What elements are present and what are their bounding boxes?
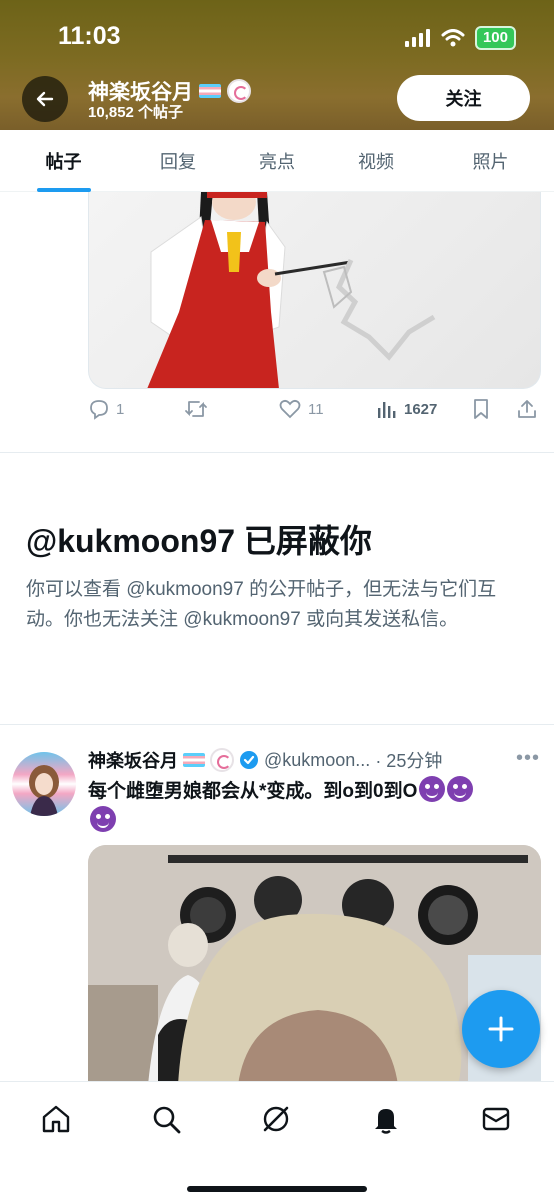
devil-emoji-icon bbox=[90, 806, 116, 832]
trans-flag-icon bbox=[199, 84, 221, 98]
devil-emoji-icon bbox=[419, 776, 446, 802]
post-text-content: 每个雌堕男娘都会从*变成。到o到0到O bbox=[88, 781, 418, 802]
post-author-handle[interactable]: @kukmoon... bbox=[264, 750, 370, 771]
verified-badge-icon bbox=[240, 751, 258, 769]
post-text: 每个雌堕男娘都会从*变成。到o到0到O bbox=[88, 776, 528, 836]
home-indicator bbox=[187, 1186, 367, 1192]
tab-highlights[interactable]: 亮点 bbox=[229, 130, 325, 192]
post-image[interactable] bbox=[88, 192, 541, 389]
avatar-image bbox=[29, 765, 59, 816]
back-button[interactable] bbox=[22, 76, 68, 122]
notifications-icon[interactable] bbox=[369, 1102, 403, 1136]
tab-replies[interactable]: 回复 bbox=[127, 130, 229, 192]
reply-button[interactable]: 1 bbox=[88, 398, 124, 420]
arrow-left-icon bbox=[36, 91, 54, 107]
avatar[interactable] bbox=[12, 752, 76, 816]
bookmark-icon bbox=[474, 399, 488, 419]
divider bbox=[0, 452, 554, 453]
post-author-name[interactable]: 神楽坂谷月 bbox=[88, 747, 178, 773]
blocked-description: 你可以查看 @kukmoon97 的公开帖子，但无法与它们互动。你也无法关注 @… bbox=[26, 579, 497, 630]
tab-photos[interactable]: 照片 bbox=[427, 130, 554, 192]
cosplay-photo bbox=[147, 192, 436, 388]
like-button[interactable]: 11 bbox=[278, 398, 324, 420]
retweet-button[interactable] bbox=[184, 398, 214, 420]
share-icon bbox=[518, 400, 536, 418]
follow-button[interactable]: 关注 bbox=[397, 75, 530, 121]
blocked-title: @kukmoon97 已屏蔽你 bbox=[26, 523, 372, 559]
messages-icon[interactable] bbox=[479, 1102, 513, 1136]
status-icons: 100 bbox=[404, 26, 516, 50]
reply-icon bbox=[90, 400, 108, 420]
post-count: 10,852 个帖子 bbox=[88, 104, 184, 121]
views-button[interactable]: 1627 bbox=[376, 398, 437, 420]
plus-icon bbox=[488, 1016, 514, 1042]
more-options-icon[interactable]: ••• bbox=[516, 747, 540, 770]
post-header: 神楽坂谷月 @kukmoon... · 25分钟 bbox=[88, 747, 508, 773]
trans-flag-icon bbox=[183, 753, 205, 767]
search-icon[interactable] bbox=[149, 1102, 183, 1136]
narutomaki-icon bbox=[227, 79, 251, 103]
heart-icon bbox=[279, 399, 301, 419]
share-button[interactable] bbox=[516, 398, 538, 420]
divider bbox=[0, 724, 554, 725]
grok-icon[interactable] bbox=[259, 1102, 293, 1136]
reply-count: 1 bbox=[116, 400, 125, 418]
post-time: · 25分钟 bbox=[375, 751, 443, 771]
tab-videos[interactable]: 视频 bbox=[325, 130, 427, 192]
like-count: 11 bbox=[308, 400, 324, 418]
battery-icon: 100 bbox=[474, 26, 516, 50]
bottom-nav bbox=[0, 1081, 554, 1200]
retweet-icon bbox=[185, 401, 207, 417]
bookmark-button[interactable] bbox=[471, 398, 491, 420]
profile-tabs: 帖子 回复 亮点 视频 照片 bbox=[0, 130, 554, 192]
post-action-bar: 1 11 1627 bbox=[88, 398, 540, 428]
narutomaki-icon bbox=[210, 748, 234, 772]
wifi-icon bbox=[441, 29, 465, 47]
status-time: 11:03 bbox=[58, 22, 121, 50]
tab-posts[interactable]: 帖子 bbox=[0, 130, 127, 192]
views-count: 1627 bbox=[404, 400, 438, 418]
devil-emoji-icon bbox=[447, 776, 474, 802]
views-icon bbox=[378, 402, 396, 418]
signal-icon bbox=[404, 29, 430, 47]
home-icon[interactable] bbox=[39, 1102, 73, 1136]
compose-fab-button[interactable] bbox=[462, 990, 540, 1068]
profile-header: 11:03 100 神楽坂谷月 10,852 个帖子 关注 bbox=[0, 0, 554, 130]
